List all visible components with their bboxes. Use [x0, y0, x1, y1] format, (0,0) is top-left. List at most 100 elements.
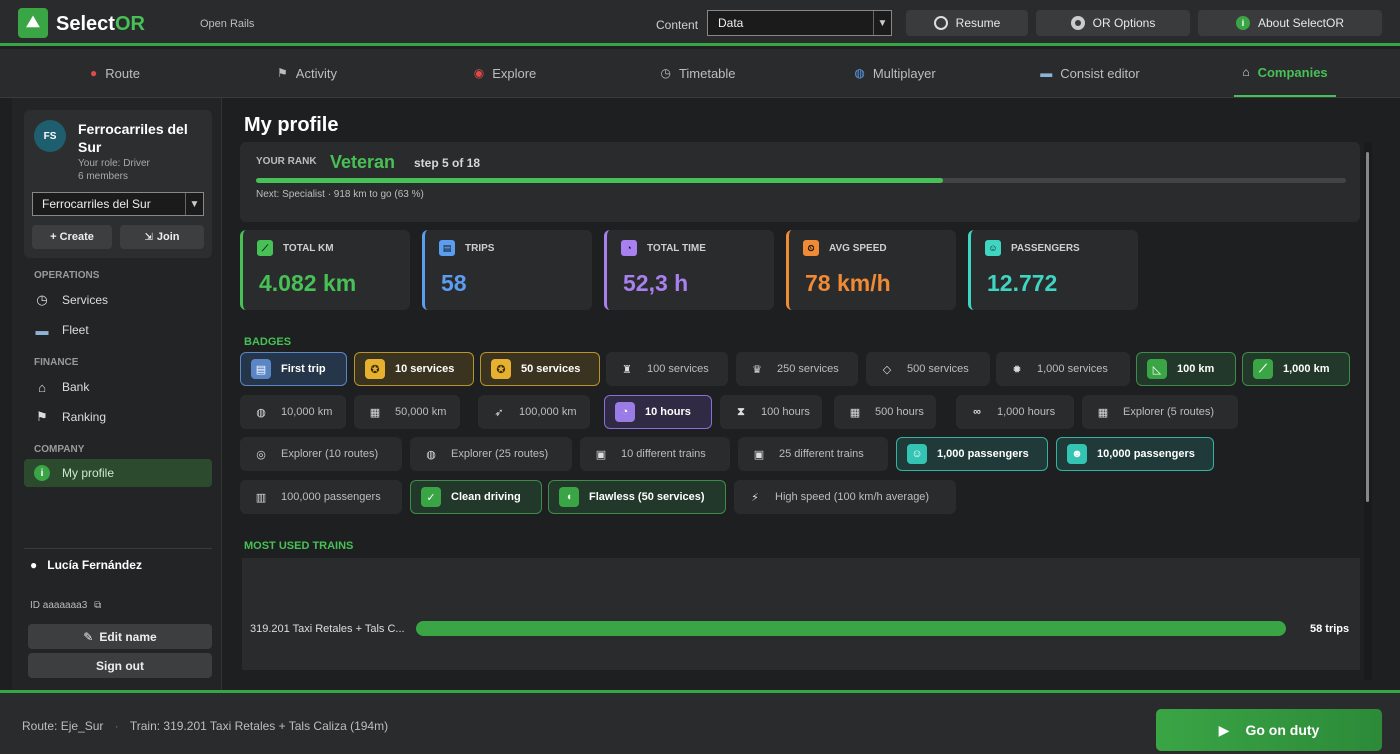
train-icon: ▬ — [35, 322, 49, 338]
section-company: COMPANY — [34, 444, 85, 455]
chevron-down-icon[interactable]: ▼ — [185, 193, 203, 215]
badge-item[interactable]: ⚡ High speed (100 km/h average) — [734, 480, 956, 514]
badge-label: 100,000 passengers — [281, 491, 381, 503]
sidebar: FS Ferrocarriles del Sur Your role: Driv… — [12, 98, 222, 690]
company-select[interactable]: Ferrocarriles del Sur ▼ — [32, 192, 204, 216]
badge-item[interactable]: ▥ 100,000 passengers — [240, 480, 402, 514]
badge-label: 100 km — [1177, 363, 1215, 375]
tab-explore[interactable]: ◉ Explore — [460, 49, 550, 97]
badge-item[interactable]: ◖ Flawless (50 services) — [548, 480, 726, 514]
badge-item[interactable]: ▦ Explorer (5 routes) — [1082, 395, 1238, 429]
badge-item[interactable]: ⧗ 100 hours — [720, 395, 822, 429]
stat-value: 4.082 km — [259, 270, 357, 296]
building-icon: ▥ — [255, 491, 267, 504]
rank-progress-bar — [256, 178, 1346, 183]
diamond-icon: ◇ — [882, 363, 892, 376]
badge-item[interactable]: ✓ Clean driving — [410, 480, 542, 514]
badge-item[interactable]: ✹ 1,000 services — [996, 352, 1130, 386]
badge-item[interactable]: ▣ 25 different trains — [738, 437, 888, 471]
badge-item[interactable]: ◔ 10 hours — [604, 395, 712, 429]
or-options-button[interactable]: OR Options — [1036, 10, 1190, 36]
join-company-button[interactable]: ⇲ Join — [120, 225, 204, 249]
status-train: Train: 319.201 Taxi Retales + Tals Caliz… — [129, 719, 389, 733]
user-id: ID aaaaaaa3 ⧉ — [30, 600, 101, 611]
map-icon: ▦ — [369, 406, 381, 419]
company-members: 6 members — [78, 171, 129, 182]
badge-item[interactable]: ◍ Explorer (25 routes) — [410, 437, 572, 471]
globe-icon: ◍ — [256, 406, 266, 419]
tab-timetable[interactable]: ◷ Timetable — [648, 49, 748, 97]
badge-item[interactable]: ◇ 500 services — [866, 352, 990, 386]
sidebar-item-bank[interactable]: ⌂ Bank — [24, 373, 212, 401]
edit-name-button[interactable]: ✎ Edit name — [28, 624, 212, 649]
rank-step: step 5 of 18 — [414, 156, 481, 170]
badge-label: 1,000 km — [1283, 363, 1330, 375]
badge-item[interactable]: ☺ 1,000 passengers — [896, 437, 1048, 471]
sign-out-button[interactable]: Sign out — [28, 653, 212, 678]
copy-icon[interactable]: ⧉ — [94, 600, 101, 611]
tab-companies[interactable]: ⌂ Companies — [1234, 49, 1336, 97]
content-select[interactable]: Data ▼ — [707, 10, 892, 36]
badge-item[interactable]: ♛ 250 services — [736, 352, 858, 386]
badge-item[interactable]: ◺ 100 km — [1136, 352, 1236, 386]
scrollbar-thumb[interactable] — [1366, 152, 1369, 502]
about-button[interactable]: i About SelectOR — [1198, 10, 1382, 36]
sidebar-item-services[interactable]: ◷ Services — [24, 286, 212, 314]
badge-label: 250 services — [777, 363, 839, 375]
rank-label: YOUR RANK — [256, 156, 317, 167]
top-bar: ⛰ SelectOR Open Rails Content Data ▼ Res… — [0, 0, 1400, 46]
tab-consist-editor-label: Consist editor — [1060, 65, 1140, 81]
badge-item[interactable]: ♜ 100 services — [606, 352, 728, 386]
app-title: SelectOR — [56, 13, 145, 36]
or-options-button-label: OR Options — [1092, 16, 1156, 30]
speed-icon: ⏲ — [803, 240, 819, 256]
stat-total-km: ⟋ TOTAL KM 4.082 km — [240, 230, 410, 310]
main-tabs: ● Route ⚑ Activity ◉ Explore ◷ Timetable… — [0, 49, 1400, 98]
rocket-icon: ➶ — [494, 406, 504, 419]
badge-item[interactable]: ◎ Explorer (10 routes) — [240, 437, 402, 471]
join-button-label: Join — [156, 231, 180, 243]
tab-consist-editor[interactable]: ▬ Consist editor — [1030, 49, 1150, 97]
badge-item[interactable]: ✪ 10 services — [354, 352, 474, 386]
create-company-button[interactable]: + Create — [32, 225, 112, 249]
badge-label: 500 hours — [875, 406, 924, 418]
chevron-down-icon[interactable]: ▼ — [873, 11, 891, 35]
sidebar-item-ranking[interactable]: ⚑ Ranking — [24, 403, 212, 431]
globe-icon: ◍ — [854, 66, 865, 80]
user-id-text: ID aaaaaaa3 — [30, 600, 88, 611]
content-label: Content — [656, 18, 699, 32]
tab-activity-label: Activity — [295, 65, 337, 81]
badge-item[interactable]: ➶ 100,000 km — [478, 395, 590, 429]
tab-activity[interactable]: ⚑ Activity — [262, 49, 352, 97]
company-select-value: Ferrocarriles del Sur — [42, 197, 151, 211]
scrollbar[interactable] — [1364, 142, 1372, 680]
badge-item[interactable]: ☻ 10,000 passengers — [1056, 437, 1214, 471]
stat-label: PASSENGERS — [1011, 243, 1080, 254]
badge-item[interactable]: ⟋ 1,000 km — [1242, 352, 1350, 386]
go-on-duty-button[interactable]: ▶ Go on duty — [1156, 709, 1382, 751]
info-icon: i — [1235, 16, 1250, 30]
badge-item[interactable]: ◍ 10,000 km — [240, 395, 346, 429]
badge-label: 10 hours — [645, 406, 691, 418]
stat-value: 52,3 h — [623, 270, 689, 296]
tab-route[interactable]: ● Route — [70, 49, 160, 97]
badge-label: Clean driving — [451, 491, 521, 503]
stat-value: 58 — [441, 270, 467, 296]
badge-item[interactable]: ▦ 500 hours — [834, 395, 936, 429]
medal-icon: ✪ — [365, 359, 385, 379]
badge-item[interactable]: ▦ 50,000 km — [354, 395, 460, 429]
sidebar-item-fleet[interactable]: ▬ Fleet — [24, 316, 212, 344]
badge-label: 500 services — [907, 363, 969, 375]
badge-item[interactable]: ▤ First trip — [240, 352, 347, 386]
tab-multiplayer[interactable]: ◍ Multiplayer — [840, 49, 950, 97]
badge-label: 100 hours — [761, 406, 810, 418]
explore-icon: ◉ — [473, 66, 485, 80]
rank-card: YOUR RANK Veteran step 5 of 18 Next: Spe… — [240, 142, 1360, 222]
resume-button[interactable]: Resume — [906, 10, 1028, 36]
section-operations: OPERATIONS — [34, 270, 100, 281]
badge-item[interactable]: ▣ 10 different trains — [580, 437, 730, 471]
badge-item[interactable]: ∞ 1,000 hours — [956, 395, 1074, 429]
badge-item[interactable]: ✪ 50 services — [480, 352, 600, 386]
sidebar-item-my-profile[interactable]: i My profile — [24, 459, 212, 487]
rail-icon: ⟋ — [257, 240, 273, 256]
